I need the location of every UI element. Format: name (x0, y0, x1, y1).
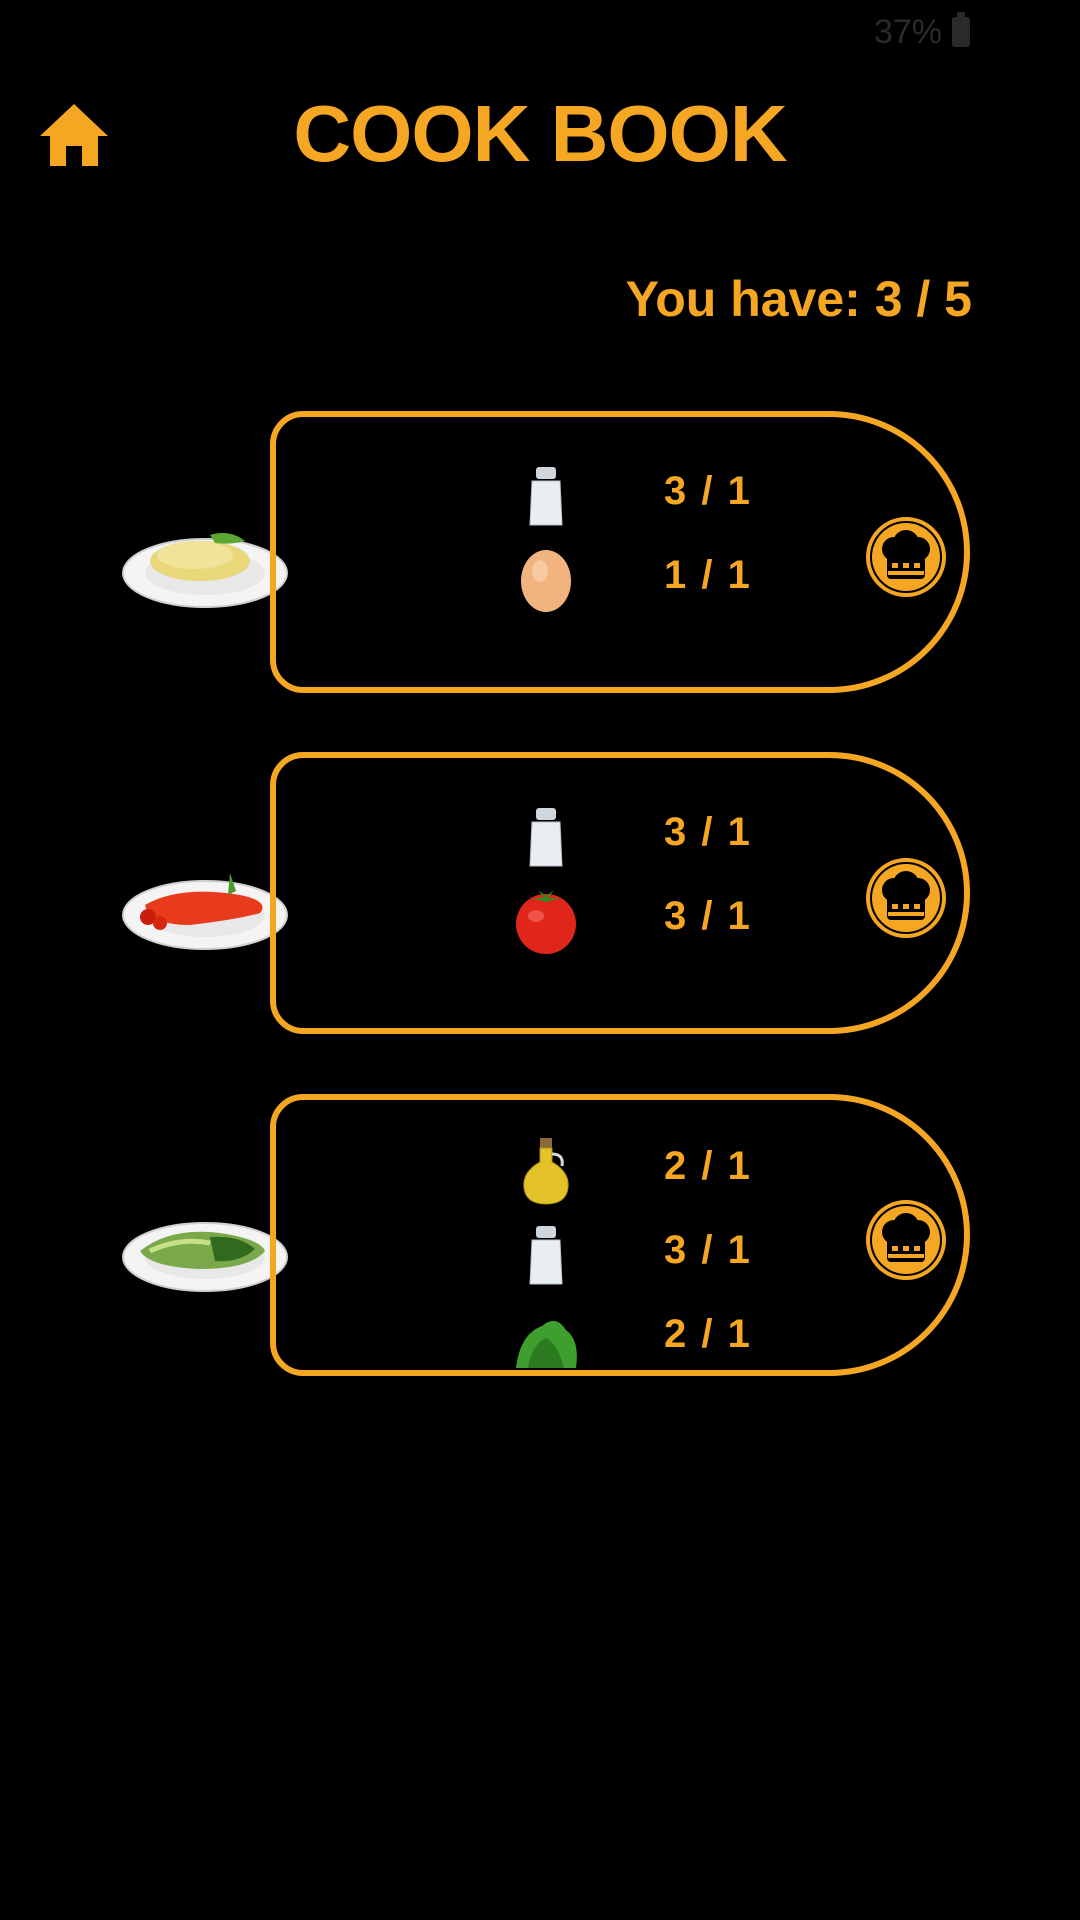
recipe-card: 3 / 1 3 / 1 (270, 752, 970, 1034)
salad-dish-image (122, 1222, 288, 1292)
page-title: COOK BOOK (293, 89, 787, 178)
salt-shaker-icon (529, 808, 563, 867)
status-bar: 37% (874, 12, 970, 52)
ingredient-amount: 1 / 1 (664, 553, 752, 597)
battery-icon (952, 12, 970, 47)
chef-hat-icon[interactable] (864, 515, 948, 599)
ingredient-row: 2 / 1 (506, 1304, 806, 1370)
egg-icon (521, 550, 571, 612)
recipe-card: 3 / 1 1 / 1 (270, 411, 970, 693)
ingredient-row: 2 / 1 (506, 1136, 806, 1206)
ingredient-row: 3 / 1 (506, 802, 806, 872)
ingredient-row: 3 / 1 (506, 461, 806, 531)
ingredient-row: 3 / 1 (506, 1220, 806, 1290)
salt-shaker-icon (529, 1226, 563, 1285)
ingredient-amount: 3 / 1 (664, 1228, 752, 1272)
ingredient-amount: 3 / 1 (664, 894, 752, 938)
ingredient-amount: 3 / 1 (664, 810, 752, 854)
oil-bottle-icon (523, 1138, 569, 1205)
ingredient-row: 3 / 1 (506, 886, 806, 956)
chef-hat-icon[interactable] (864, 1198, 948, 1282)
omelette-dish-image (122, 533, 288, 608)
ingredient-amount: 2 / 1 (664, 1312, 752, 1356)
ingredient-row: 1 / 1 (506, 545, 806, 615)
ingredient-list: 2 / 1 3 / 1 2 / 1 (276, 1100, 964, 1370)
recipe-card: 2 / 1 3 / 1 2 / 1 (270, 1094, 970, 1376)
ingredient-amount: 3 / 1 (664, 469, 752, 513)
salt-shaker-icon (529, 467, 563, 526)
tomato-icon (516, 890, 576, 954)
lettuce-icon (516, 1320, 577, 1368)
battery-percentage: 37% (873, 12, 942, 51)
collection-count: You have: 3 / 5 (625, 271, 972, 327)
tomato-dish-image (122, 873, 288, 950)
chef-hat-icon[interactable] (864, 856, 948, 940)
ingredient-amount: 2 / 1 (664, 1144, 752, 1188)
